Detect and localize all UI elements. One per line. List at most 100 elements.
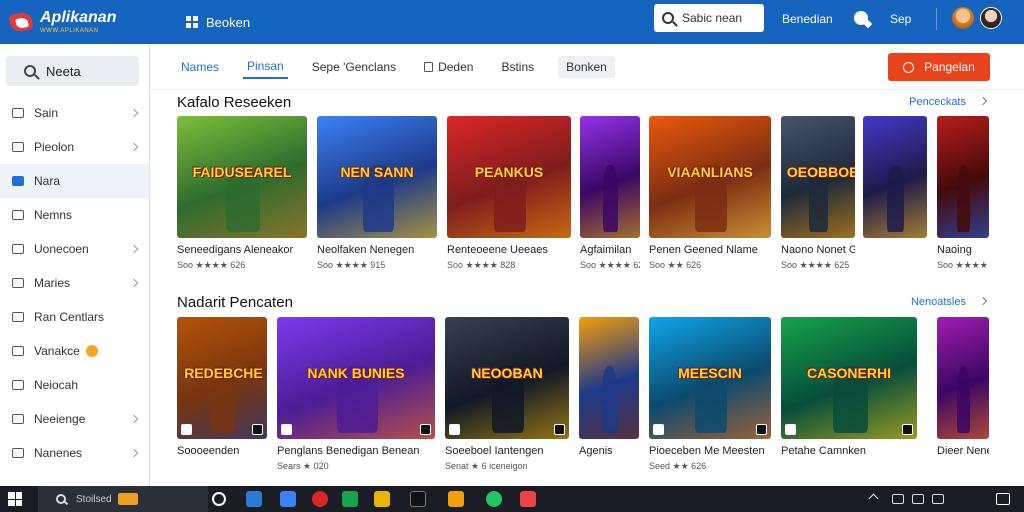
avatar-secondary[interactable] <box>980 7 1002 29</box>
game-thumbnail[interactable] <box>937 116 989 238</box>
tab-2[interactable]: Pinsan <box>243 55 288 79</box>
network-icon[interactable] <box>892 494 904 504</box>
windows-start-icon[interactable] <box>8 492 22 506</box>
game-card[interactable]: CASONERHI Petahe Camnken <box>781 317 917 461</box>
sidebar-item[interactable]: Neiocah <box>0 368 149 402</box>
game-card[interactable]: OEOBBOERS Naono Nonet Gaoiases Soo ★★★★ 62… <box>781 116 855 271</box>
game-title[interactable]: Pioeceben Me Meesten <box>649 445 771 457</box>
game-card[interactable]: NEN SANN Neolfaken Nenegen Soo ★★★★ 915 <box>317 116 437 271</box>
game-thumbnail[interactable]: MEESCIN <box>649 317 771 439</box>
game-title[interactable]: Seneedigans Aleneakor <box>177 244 307 256</box>
game-card[interactable]: Agenis <box>579 317 639 461</box>
tab-4[interactable]: Deden <box>420 56 477 78</box>
app-icon-7[interactable] <box>448 491 464 507</box>
taskbar-search[interactable]: Stoilsed <box>38 486 208 512</box>
game-thumbnail[interactable]: PEANKUS <box>447 116 571 238</box>
game-thumbnail[interactable]: OEOBBOERS <box>781 116 855 238</box>
top-search-box[interactable] <box>654 4 764 32</box>
sidebar-item[interactable]: Nanenes <box>0 436 149 470</box>
game-card[interactable]: NEOOBAN Soeeboel Iantengen Senat ★ 6 icene… <box>445 317 569 472</box>
game-thumbnail[interactable]: CASONERHI <box>781 317 917 439</box>
app-logo[interactable]: Aplikanan WWW.APLIKANAN <box>8 10 158 34</box>
game-card[interactable] <box>863 116 927 248</box>
game-thumbnail[interactable]: FAIDUSEAREL <box>177 116 307 238</box>
sidebar-item[interactable]: Nemns <box>0 198 149 232</box>
app-icon-5[interactable] <box>374 491 390 507</box>
battery-icon[interactable] <box>932 494 944 504</box>
app-icon-3[interactable] <box>312 491 328 507</box>
browser-icon[interactable] <box>486 491 502 507</box>
notification-icon[interactable] <box>996 493 1010 505</box>
tray-expand-icon[interactable] <box>868 493 879 504</box>
game-card[interactable]: Dieer Nene <box>937 317 989 461</box>
app-icon-4[interactable] <box>342 491 358 507</box>
game-card[interactable]: NANK BUNIES Penglans Benedigan Benean Sear… <box>277 317 435 472</box>
sidebar-item-label: Vanakce <box>34 344 80 358</box>
game-title[interactable]: Renteoeene Ueeaes <box>447 244 571 256</box>
game-title[interactable]: Petahe Camnken <box>781 445 917 457</box>
game-thumbnail[interactable]: NANK BUNIES <box>277 317 435 439</box>
sidebar-item[interactable]: Nara <box>0 164 149 198</box>
game-card[interactable]: MEESCIN Pioeceben Me Meesten Seed ★★ 626 <box>649 317 771 472</box>
sidebar-item[interactable]: Ran Centlars <box>0 300 149 334</box>
game-title[interactable]: Naoing <box>937 244 989 256</box>
sidebar-item[interactable]: Uonecoen <box>0 232 149 266</box>
tab-3[interactable]: Sepe 'Genclans <box>308 56 400 78</box>
top-link-1[interactable]: Benedian <box>782 12 833 26</box>
avatar[interactable] <box>952 7 974 29</box>
game-thumbnail[interactable]: REDEBCHE <box>177 317 267 439</box>
game-title[interactable]: Penen Geened Nlame <box>649 244 771 256</box>
game-thumbnail[interactable] <box>579 317 639 439</box>
app-icon-6[interactable] <box>410 491 426 507</box>
volume-icon[interactable] <box>912 494 924 504</box>
chat-icon[interactable] <box>854 11 868 25</box>
game-title[interactable]: Soooeenden <box>177 445 267 457</box>
game-rating: Soo ★★★★ 626 <box>937 260 989 270</box>
top-search-input[interactable] <box>682 11 762 25</box>
gamepad-icon <box>12 108 24 118</box>
game-title[interactable]: Naono Nonet Gaoiases <box>781 244 855 256</box>
game-thumbnail[interactable]: VIAANLIANS <box>649 116 771 238</box>
tab-1[interactable]: Names <box>177 56 223 78</box>
sidebar-item[interactable]: Sain <box>0 96 149 130</box>
top-link-2[interactable]: Sep <box>890 12 911 26</box>
logo-icon <box>8 10 34 34</box>
sidebar-item[interactable]: Vanakce <box>0 334 149 368</box>
top-nav-menu[interactable]: Beoken <box>186 15 250 30</box>
see-more-link-1[interactable]: Penceckats <box>909 96 986 108</box>
app-icon-8[interactable] <box>520 491 536 507</box>
game-card[interactable]: PEANKUS Renteoeene Ueeaes Soo ★★★★ 828 <box>447 116 571 271</box>
game-thumbnail[interactable]: NEOOBAN <box>445 317 569 439</box>
tab-6[interactable]: Bonken <box>558 55 615 78</box>
game-thumbnail[interactable] <box>580 116 640 238</box>
game-title[interactable]: Dieer Nene <box>937 445 989 457</box>
gear-icon <box>12 312 24 322</box>
game-card[interactable]: FAIDUSEAREL Seneedigans Aleneakor Soo ★★★★… <box>177 116 307 271</box>
task-view-icon[interactable] <box>212 492 226 506</box>
game-title[interactable]: Soeeboel Iantengen <box>445 445 569 457</box>
app-icon-1[interactable] <box>246 491 262 507</box>
cta-button[interactable]: Pangelan <box>888 53 990 81</box>
sidebar-item-label: Uonecoen <box>34 242 89 256</box>
sidebar-search[interactable]: Neeta <box>6 56 139 86</box>
list-icon <box>12 380 24 390</box>
sidebar-item[interactable]: Maries <box>0 266 149 300</box>
game-title[interactable]: Neolfaken Nenegen <box>317 244 437 256</box>
game-thumbnail[interactable] <box>863 116 927 238</box>
gamepad-icon <box>903 61 915 73</box>
game-thumbnail[interactable]: NEN SANN <box>317 116 437 238</box>
sidebar-item[interactable]: Neeienge <box>0 402 149 436</box>
game-thumbnail[interactable] <box>937 317 989 439</box>
see-more-link-2[interactable]: Nenoatsles <box>911 296 986 308</box>
tab-5[interactable]: Bstins <box>497 56 538 78</box>
game-card[interactable]: VIAANLIANS Penen Geened Nlame Soo ★★ 626 <box>649 116 771 271</box>
game-card[interactable]: REDEBCHE Soooeenden <box>177 317 267 461</box>
store-badge-icon <box>902 424 913 435</box>
game-title[interactable]: Agenis <box>579 445 639 457</box>
game-title[interactable]: Agfaimilan <box>580 244 640 256</box>
game-title[interactable]: Penglans Benedigan Benean <box>277 445 435 457</box>
sidebar-item[interactable]: Pieolon <box>0 130 149 164</box>
game-card[interactable]: Naoing Soo ★★★★ 626 <box>937 116 989 271</box>
app-icon-2[interactable] <box>280 491 296 507</box>
game-card[interactable]: Agfaimilan Soo ★★★★ 626 <box>580 116 640 271</box>
